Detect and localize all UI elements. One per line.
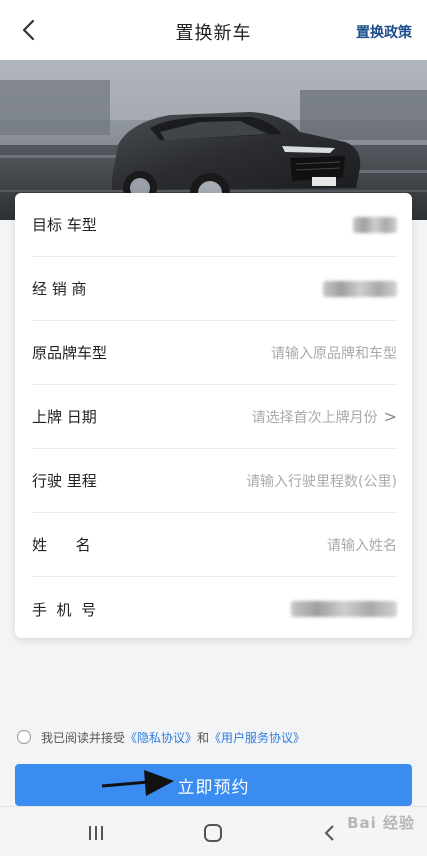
dealer-value xyxy=(323,280,397,297)
back-nav-icon[interactable] xyxy=(318,821,342,845)
blurred-value xyxy=(291,601,397,617)
plate-date-picker[interactable]: 请选择首次上牌月份 > xyxy=(252,407,397,427)
plate-date-placeholder: 请选择首次上牌月份 xyxy=(251,409,378,426)
target-model-row[interactable]: 目标 车型 xyxy=(32,193,397,257)
phone-row[interactable]: 手 机 号 xyxy=(32,577,397,641)
target-model-value xyxy=(353,216,397,233)
reserve-button-label: 立即预约 xyxy=(177,777,250,798)
reserve-button[interactable]: 立即预约 xyxy=(15,764,412,806)
name-row[interactable]: 姓 名 请输入姓名 xyxy=(32,513,397,577)
chevron-right-icon: > xyxy=(383,407,397,426)
original-brand-row[interactable]: 原品牌车型 请输入原品牌和车型 xyxy=(32,321,397,385)
blurred-value xyxy=(353,216,397,233)
policy-link[interactable]: 置换政策 xyxy=(356,22,412,42)
recent-apps-icon[interactable] xyxy=(84,821,108,845)
home-icon[interactable] xyxy=(201,821,225,845)
plate-date-label: 上牌 日期 xyxy=(32,408,97,426)
service-agreement-link[interactable]: 《用户服务协议》 xyxy=(209,729,305,746)
original-brand-input[interactable]: 请输入原品牌和车型 xyxy=(271,343,397,363)
agreement-prefix: 我已阅读并接受 xyxy=(41,730,126,745)
mileage-label: 行驶 里程 xyxy=(32,472,97,490)
plate-date-row[interactable]: 上牌 日期 请选择首次上牌月份 > xyxy=(32,385,397,449)
agreement-radio[interactable] xyxy=(17,730,31,744)
top-bar: 置换新车 置换政策 xyxy=(0,0,427,60)
agreement-and: 和 xyxy=(197,730,210,745)
mileage-input[interactable]: 请输入行驶里程数(公里) xyxy=(246,471,397,491)
agreement-row: 我已阅读并接受 《隐私协议》 和 《用户服务协议》 xyxy=(17,727,417,747)
mileage-row[interactable]: 行驶 里程 请输入行驶里程数(公里) xyxy=(32,449,397,513)
privacy-link[interactable]: 《隐私协议》 xyxy=(125,729,197,746)
original-brand-label: 原品牌车型 xyxy=(32,344,108,362)
watermark: Bai 经验 xyxy=(347,814,415,832)
blurred-value xyxy=(323,280,397,297)
target-model-label: 目标 车型 xyxy=(32,216,97,234)
dealer-label: 经 销 商 xyxy=(32,280,87,298)
phone-value[interactable] xyxy=(291,601,397,617)
phone-label: 手 机 号 xyxy=(32,600,97,619)
name-label: 姓 名 xyxy=(32,536,91,554)
form-card: 目标 车型 经 销 商 原品牌车型 请输入原品牌和车型 上牌 日期 请选择首次上… xyxy=(15,193,412,638)
dealer-row[interactable]: 经 销 商 xyxy=(32,257,397,321)
name-input[interactable]: 请输入姓名 xyxy=(327,535,397,555)
